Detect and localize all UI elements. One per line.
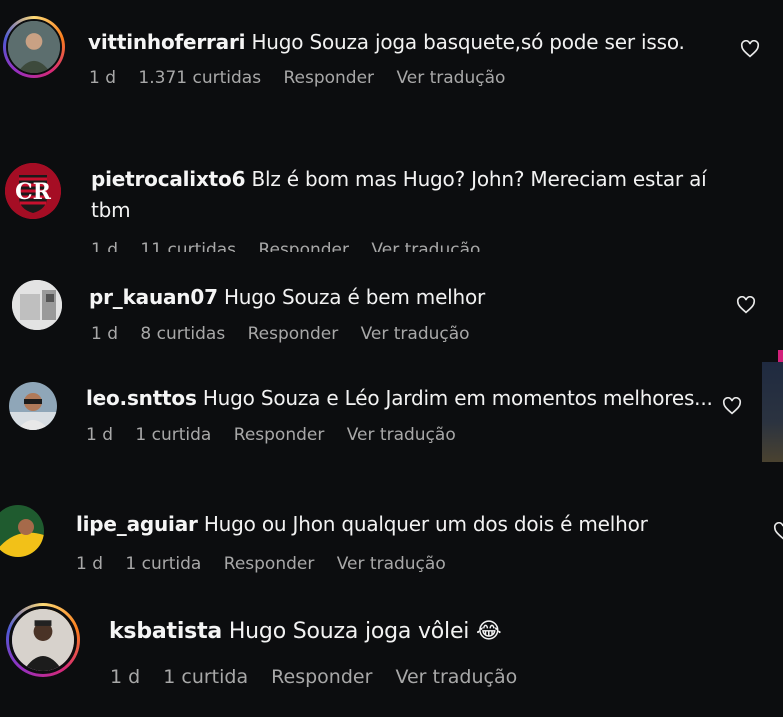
comment-likes[interactable]: 1 curtida	[135, 425, 211, 445]
comment-username[interactable]: vittinhoferrari	[88, 30, 245, 54]
translate-button[interactable]: Ver tradução	[396, 68, 505, 88]
comment-text: Hugo Souza e Léo Jardim em momentos melh…	[202, 386, 713, 410]
comment-time: 1 d	[91, 324, 119, 344]
comment-time: 1 d	[91, 240, 119, 252]
reply-button[interactable]: Responder	[248, 324, 339, 344]
comment-text: Blz é bom mas Hugo? John? Mereciam estar…	[251, 167, 707, 191]
comment-time: 1 d	[110, 666, 141, 688]
comment-text: Hugo Souza joga vôlei	[228, 619, 470, 644]
comment-time: 1 d	[76, 554, 104, 574]
heart-outline-icon[interactable]	[722, 397, 742, 415]
background-video-strip	[762, 362, 783, 462]
flamengo-crest-icon[interactable]: CR	[5, 163, 61, 219]
comment-text: Hugo Souza é bem melhor	[223, 285, 486, 309]
reply-button[interactable]: Responder	[271, 666, 372, 688]
comment-text-continued: tbm	[91, 198, 131, 222]
comment-likes[interactable]: 8 curtidas	[140, 324, 225, 344]
comment-username[interactable]: ksbatista	[109, 619, 222, 644]
avatar[interactable]	[9, 382, 57, 430]
comment-time: 1 d	[86, 425, 114, 445]
heart-outline-icon[interactable]	[740, 40, 760, 58]
background-pink-mark	[778, 350, 783, 362]
comment-likes[interactable]: 1 curtida	[125, 554, 201, 574]
comment-text: Hugo Souza joga basquete,só pode ser iss…	[251, 30, 685, 54]
reply-button[interactable]: Responder	[234, 425, 325, 445]
laughing-emoji-icon: 😂	[476, 619, 502, 644]
comment-time: 1 d	[89, 68, 117, 88]
translate-button[interactable]: Ver tradução	[371, 240, 480, 252]
comment-likes[interactable]: 11 curtidas	[140, 240, 236, 252]
translate-button[interactable]: Ver tradução	[347, 425, 456, 445]
avatar[interactable]	[6, 603, 80, 677]
translate-button[interactable]: Ver tradução	[361, 324, 470, 344]
comment-username[interactable]: pr_kauan07	[89, 285, 218, 309]
reply-button[interactable]: Responder	[224, 554, 315, 574]
heart-outline-icon[interactable]	[773, 522, 783, 540]
translate-button[interactable]: Ver tradução	[395, 666, 517, 688]
translate-button[interactable]: Ver tradução	[337, 554, 446, 574]
comment-likes[interactable]: 1 curtida	[163, 666, 248, 688]
reply-button[interactable]: Responder	[283, 68, 374, 88]
avatar[interactable]	[3, 16, 65, 78]
avatar[interactable]	[0, 505, 44, 557]
svg-text:CR: CR	[15, 179, 52, 205]
comment-username[interactable]: pietrocalixto6	[91, 167, 245, 191]
comment-likes[interactable]: 1.371 curtidas	[138, 68, 261, 88]
reply-button[interactable]: Responder	[258, 240, 349, 252]
comment-text: Hugo ou Jhon qualquer um dos dois é melh…	[203, 512, 648, 536]
comment-username[interactable]: lipe_aguiar	[76, 512, 198, 536]
heart-outline-icon[interactable]	[736, 296, 756, 314]
avatar[interactable]	[12, 280, 62, 330]
comment-username[interactable]: leo.snttos	[86, 386, 197, 410]
